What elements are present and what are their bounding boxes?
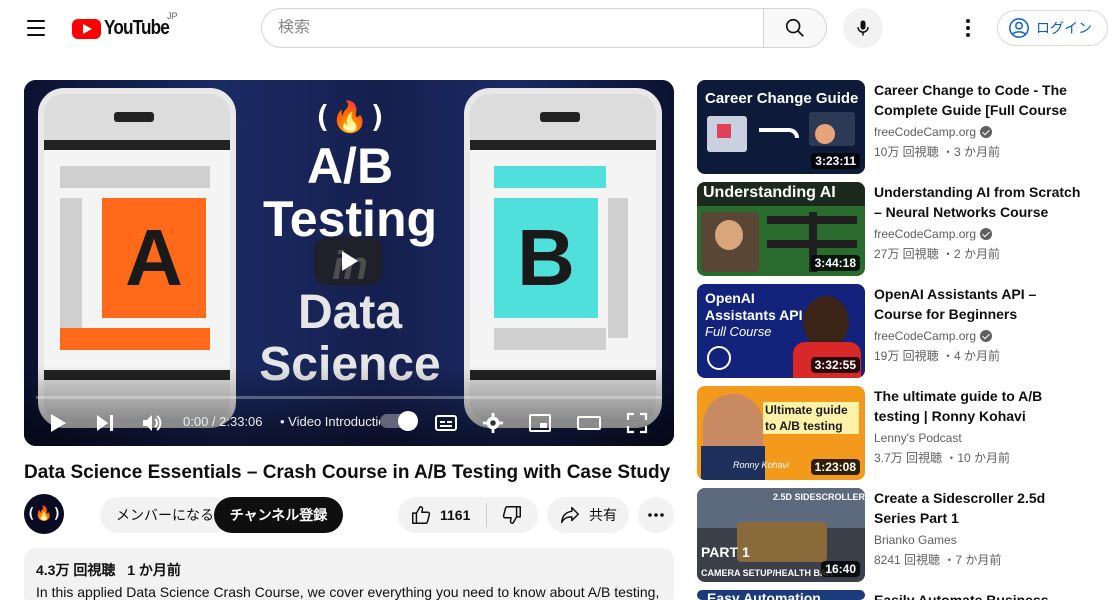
login-label: ログイン: [1036, 20, 1092, 36]
logo-text: YouTube: [104, 17, 170, 39]
region-code: JP: [167, 11, 178, 21]
share-icon: [561, 506, 579, 524]
recommended-video[interactable]: Ultimate guide to A/B testing Ronny Koha…: [697, 386, 1097, 480]
more-actions-button[interactable]: [638, 497, 674, 533]
voice-search-button[interactable]: [843, 8, 883, 48]
video-duration: 1:23:08: [810, 459, 860, 475]
verified-badge-icon: [980, 330, 993, 342]
video-meta: 10万 回視聴 ・3 か月前: [874, 145, 1001, 159]
subtitles-button[interactable]: [434, 409, 458, 437]
next-button[interactable]: [94, 409, 116, 437]
share-label: 共有: [589, 507, 617, 523]
login-button[interactable]: ログイン: [997, 10, 1108, 46]
theater-mode-button[interactable]: [576, 409, 602, 437]
recommended-title: Create a Sidescroller 2.5d Series Part 1: [874, 490, 1046, 526]
recommended-title: Career Change to Code - The Complete Gui…: [874, 82, 1067, 118]
search-icon: [785, 18, 804, 37]
thumbs-down-icon: [502, 506, 521, 524]
recommended-video[interactable]: Easy Automation Easily Automate Business…: [697, 590, 1097, 600]
video-thumbnail: Understanding AI 3:44:18: [697, 182, 865, 276]
recommended-title: Understanding AI from Scratch – Neural N…: [874, 184, 1081, 220]
top-header: YouTube JP ログイン: [0, 0, 1109, 56]
view-count: 4.3万 回視聴: [36, 562, 116, 578]
subtitles-icon: [435, 415, 457, 431]
play-icon: [51, 414, 66, 432]
recommended-video[interactable]: 2.5D SIDESCROLLER SERIES PART 1 CAMERA S…: [697, 488, 1097, 582]
verified-badge-icon: [980, 228, 993, 240]
video-thumbnail: Easy Automation: [697, 590, 865, 600]
microphone-icon: [857, 20, 869, 36]
skip-next-icon: [97, 415, 113, 431]
channel-name: freeCodeCamp.org: [874, 329, 993, 343]
large-play-button[interactable]: [314, 237, 382, 285]
like-count: 1161: [440, 507, 471, 523]
video-meta: 19万 回視聴 ・4 か月前: [874, 349, 1001, 363]
video-thumbnail: Ultimate guide to A/B testing Ronny Koha…: [697, 386, 865, 480]
like-dislike-group: 1161: [398, 497, 538, 533]
video-thumbnail: OpenAI Assistants API Full Course 3:32:5…: [697, 284, 865, 378]
video-meta: 3.7万 回視聴 ・10 か月前: [874, 451, 1011, 465]
video-meta: 8241 回視聴 ・7 か月前: [874, 553, 1002, 567]
autoplay-toggle[interactable]: [380, 411, 418, 431]
posted-date: 1 か月前: [127, 562, 181, 578]
settings-button[interactable]: [482, 409, 504, 437]
view-stats: 4.3万 回視聴 1 か月前: [36, 560, 662, 580]
recommended-title: Easily Automate Business Tasks: [874, 592, 1049, 600]
miniplayer-icon: [529, 414, 551, 432]
gear-icon: [482, 412, 504, 434]
verified-badge-icon: [980, 126, 993, 138]
youtube-logo[interactable]: YouTube JP: [72, 11, 180, 40]
theater-icon: [577, 416, 601, 430]
video-title: Data Science Essentials – Crash Course i…: [24, 462, 671, 483]
description-box[interactable]: 4.3万 回視聴 1 か月前 In this applied Data Scie…: [24, 548, 674, 600]
video-thumbnail: 2.5D SIDESCROLLER SERIES PART 1 CAMERA S…: [697, 488, 865, 582]
like-button[interactable]: 1161: [398, 497, 486, 533]
channel-name: Brianko Games: [874, 533, 957, 547]
youtube-play-icon: [72, 18, 101, 39]
volume-button[interactable]: [140, 409, 164, 437]
description-text: In this applied Data Science Crash Cours…: [36, 584, 660, 600]
time-display: 0:00 / 2:33:06: [183, 414, 263, 429]
chapter-title[interactable]: • Video Introduction: [280, 414, 380, 429]
join-button[interactable]: メンバーになる: [100, 497, 230, 533]
hamburger-menu-icon[interactable]: [16, 10, 56, 46]
account-icon: [1009, 18, 1029, 38]
video-player[interactable]: A B (🔥) A/B Testing in Data Science 0:00: [24, 80, 674, 446]
more-horizontal-icon: [648, 513, 664, 517]
video-duration: 16:40: [821, 561, 860, 577]
subscribe-button[interactable]: チャンネル登録: [214, 497, 343, 533]
dislike-button[interactable]: [487, 497, 537, 533]
recommended-title: OpenAI Assistants API – Course for Begin…: [874, 286, 1037, 322]
volume-icon: [143, 415, 162, 431]
miniplayer-button[interactable]: [528, 409, 552, 437]
channel-avatar[interactable]: (🔥): [24, 494, 64, 534]
freecodecamp-logo: (🔥): [313, 100, 387, 135]
join-label: メンバーになる: [116, 507, 214, 523]
video-duration: 3:32:55: [810, 357, 860, 373]
progress-bar[interactable]: [36, 396, 662, 399]
letter-a-block: A: [102, 198, 206, 318]
recommended-title: The ultimate guide to A/B testing | Ronn…: [874, 388, 1043, 424]
search-box: [261, 8, 764, 48]
recommended-video[interactable]: OpenAI Assistants API Full Course 3:32:5…: [697, 284, 1097, 378]
video-duration: 3:44:18: [810, 255, 860, 271]
video-thumbnail: Career Change Guide 3:23:11: [697, 80, 865, 174]
channel-name: freeCodeCamp.org: [874, 227, 993, 241]
more-vertical-icon: [966, 19, 970, 37]
search-input[interactable]: [278, 19, 748, 37]
search-button[interactable]: [763, 8, 827, 48]
thumbs-up-icon: [412, 506, 431, 524]
fullscreen-icon: [626, 412, 648, 434]
video-meta: 27万 回視聴 ・2 か月前: [874, 247, 1001, 261]
fullscreen-button[interactable]: [626, 409, 648, 437]
settings-more-button[interactable]: [952, 10, 984, 46]
share-button[interactable]: 共有: [547, 497, 629, 533]
channel-name: freeCodeCamp.org: [874, 125, 993, 139]
letter-b-block: B: [494, 198, 598, 318]
channel-name: Lenny's Podcast: [874, 431, 962, 445]
recommended-video[interactable]: Career Change Guide 3:23:11 Career Chang…: [697, 80, 1097, 174]
recommended-video[interactable]: Understanding AI 3:44:18 Understanding A…: [697, 182, 1097, 276]
video-duration: 3:23:11: [811, 153, 860, 169]
play-button[interactable]: [48, 409, 68, 437]
